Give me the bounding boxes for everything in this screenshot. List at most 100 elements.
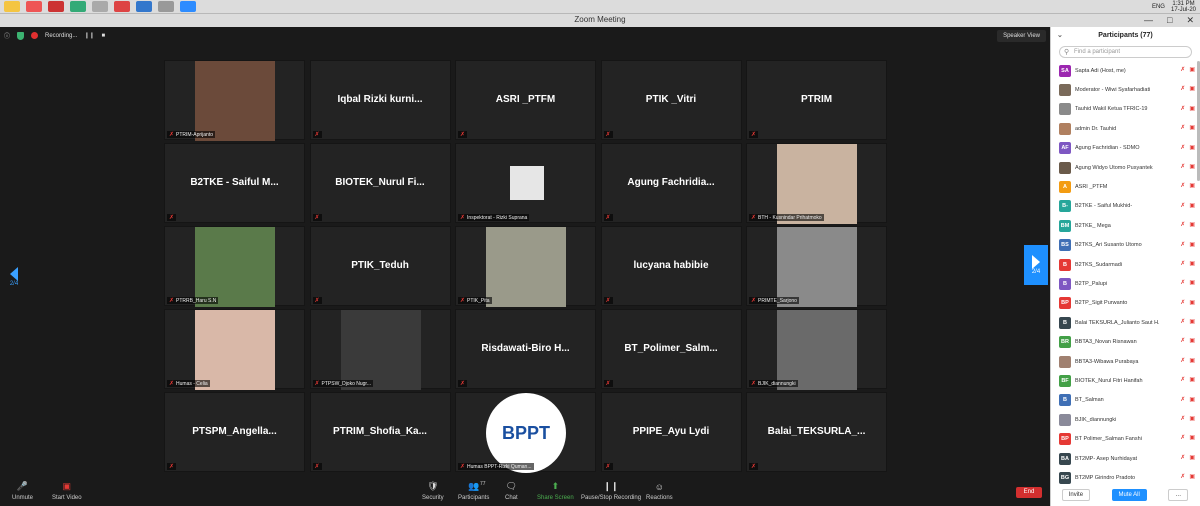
participant-row[interactable]: B B2TP_Palupi ✗ ▣ xyxy=(1051,274,1199,293)
video-tile[interactable]: ✗ Inspektorat - Rizki Suprana xyxy=(455,143,596,223)
pdf-icon[interactable] xyxy=(48,1,64,12)
participant-row[interactable]: B B2TKS_Sudarmadi ✗ ▣ xyxy=(1051,255,1199,274)
mic-muted-icon[interactable]: ✗ xyxy=(1180,279,1185,286)
participant-row[interactable]: Moderator - Wiwi Syafarhadiati ✗ ▣ xyxy=(1051,80,1199,99)
video-tile[interactable]: Agung Fachridia... ✗ xyxy=(600,143,742,223)
participant-row[interactable]: BA BT2MP- Asep Nurhidayat ✗ ▣ xyxy=(1051,449,1199,468)
video-tile[interactable]: PTIK_Teduh ✗ xyxy=(309,226,451,306)
mic-muted-icon[interactable]: ✗ xyxy=(1180,260,1185,267)
video-tile[interactable]: ✗ PRIMTE_Sarjono xyxy=(746,226,887,307)
more-options-button[interactable]: … xyxy=(1168,489,1189,501)
video-tile[interactable]: ✗ PTRRB_Haru S.N xyxy=(164,226,305,307)
video-tile[interactable]: lucyana habibie ✗ xyxy=(600,226,742,306)
participant-row[interactable]: AF Agung Fachridian - SDMO ✗ ▣ xyxy=(1051,139,1199,158)
participant-row[interactable]: admin Dr. Tauhid ✗ ▣ xyxy=(1051,119,1199,138)
mic-muted-icon[interactable]: ✗ xyxy=(1180,337,1185,344)
mic-muted-icon[interactable]: ✗ xyxy=(1180,357,1185,364)
share-screen-button[interactable]: ⬆ Share Screen xyxy=(537,481,574,501)
mic-muted-icon[interactable]: ✗ xyxy=(1180,66,1185,73)
video-tile[interactable]: ✗ PTIK_Pita xyxy=(455,226,596,307)
participant-row[interactable]: BP B2TP_Sigit Purwanto ✗ ▣ xyxy=(1051,294,1199,313)
unmute-button[interactable]: 🎤 Unmute xyxy=(12,481,33,501)
mic-muted-icon[interactable]: ✗ xyxy=(1180,241,1185,248)
close-button[interactable]: ✕ xyxy=(1186,15,1194,26)
participant-row[interactable]: A ASRI _PTFM ✗ ▣ xyxy=(1051,177,1199,196)
video-tile[interactable]: ✗ PTPSW_Djoko Nugr... xyxy=(309,309,451,390)
mic-muted-icon[interactable]: ✗ xyxy=(1180,376,1185,383)
participant-row[interactable]: SA Sapta Adi (Host, me) ✗ ▣ xyxy=(1051,61,1199,80)
word-icon[interactable] xyxy=(136,1,152,12)
participant-row[interactable]: B BT_Salman ✗ ▣ xyxy=(1051,391,1199,410)
pause-recording-icon[interactable]: ❙❙ xyxy=(84,32,94,39)
start-video-button[interactable]: ▣ Start Video xyxy=(52,481,82,501)
video-tile[interactable]: PTRIM ✗ xyxy=(746,60,887,140)
language-indicator[interactable]: ENG xyxy=(1152,4,1165,10)
end-meeting-button[interactable]: End xyxy=(1016,487,1042,498)
video-tile[interactable]: ✗ PTRIM-Aprijanto xyxy=(164,60,305,141)
video-tile[interactable]: ASRI _PTFM ✗ xyxy=(455,60,596,140)
video-tile[interactable]: Iqbal Rizki kurni... ✗ xyxy=(309,60,451,140)
mic-muted-icon[interactable]: ✗ xyxy=(1180,434,1185,441)
mic-muted-icon[interactable]: ✗ xyxy=(1180,318,1185,325)
security-button[interactable]: 🛡 Security xyxy=(422,481,444,501)
mic-muted-icon[interactable]: ✗ xyxy=(1180,299,1185,306)
video-tile[interactable]: B2TKE - Saiful M... ✗ xyxy=(164,143,305,223)
browser-icon[interactable] xyxy=(26,1,42,12)
mic-muted-icon[interactable]: ✗ xyxy=(1180,85,1185,92)
info-icon[interactable]: ⓘ xyxy=(4,31,10,40)
video-tile[interactable]: PTRIM_Shofia_Ka... ✗ xyxy=(309,392,451,472)
powerpoint-icon[interactable] xyxy=(114,1,130,12)
video-tile[interactable]: Balai_TEKSURLA_... ✗ xyxy=(746,392,887,472)
participant-row[interactable]: Agung Widyo Utomo Pusyantek ✗ ▣ xyxy=(1051,158,1199,177)
next-page-button[interactable]: 2/4 xyxy=(1024,245,1048,285)
video-tile[interactable]: PPIPE_Ayu Lydi ✗ xyxy=(600,392,742,472)
speaker-view-button[interactable]: Speaker View xyxy=(997,30,1046,42)
participant-search-input[interactable]: ⚲ Find a participant xyxy=(1059,46,1192,58)
pause-stop-recording-button[interactable]: ❙❙ Pause/Stop Recording xyxy=(581,481,641,501)
participant-row[interactable]: B Balai TEKSURLA_Julianto Saut H. ✗ ▣ xyxy=(1051,313,1199,332)
participant-row[interactable]: Tauhid Wakil Ketua TFRIC-19 ✗ ▣ xyxy=(1051,100,1199,119)
video-tile[interactable]: ✗ BJIK_diannungki xyxy=(746,309,887,390)
participant-row[interactable]: BR BBTA3_Novan Risnawan ✗ ▣ xyxy=(1051,332,1199,351)
video-tile[interactable]: ✗ Humas - Celia xyxy=(164,309,305,390)
chat-button[interactable]: 🗨 Chat xyxy=(505,481,518,501)
participant-row[interactable]: B- B2TKE - Saiful Mukhid- ✗ ▣ xyxy=(1051,197,1199,216)
mic-muted-icon[interactable]: ✗ xyxy=(1180,144,1185,151)
video-tile[interactable]: BPPT ✗ Humas BPPT-Rizki Quman... xyxy=(455,392,596,473)
clock[interactable]: 1:31 PM 17-Jul-20 xyxy=(1171,1,1196,13)
excel-icon[interactable] xyxy=(70,1,86,12)
video-tile[interactable]: Risdawati-Biro H... ✗ xyxy=(455,309,596,389)
encryption-shield-icon[interactable] xyxy=(17,31,25,40)
participant-row[interactable]: BS B2TKS_Ari Susanto Utomo ✗ ▣ xyxy=(1051,236,1199,255)
reactions-button[interactable]: ☺ Reactions xyxy=(646,481,673,502)
maximize-button[interactable]: □ xyxy=(1167,15,1172,26)
video-tile[interactable]: ✗ BTH - Kusnindar Prihatmoko xyxy=(746,143,887,224)
mic-muted-icon[interactable]: ✗ xyxy=(1180,415,1185,422)
mic-muted-icon[interactable]: ✗ xyxy=(1180,473,1185,480)
mic-muted-icon[interactable]: ✗ xyxy=(1180,396,1185,403)
chevron-down-icon[interactable]: ⌄ xyxy=(1057,31,1063,39)
mic-muted-icon[interactable]: ✗ xyxy=(1180,105,1185,112)
video-tile[interactable]: BIOTEK_Nurul Fi... ✗ xyxy=(309,143,451,223)
stop-recording-icon[interactable]: ■ xyxy=(101,33,105,39)
mic-muted-icon[interactable]: ✗ xyxy=(1180,182,1185,189)
mic-muted-icon[interactable]: ✗ xyxy=(1180,163,1185,170)
app-icon[interactable] xyxy=(92,1,108,12)
video-tile[interactable]: PTSPM_Angella... ✗ xyxy=(164,392,305,472)
mic-muted-icon[interactable]: ✗ xyxy=(1180,202,1185,209)
video-tile[interactable]: BT_Polimer_Salm... ✗ xyxy=(600,309,742,389)
video-tile[interactable]: PTIK _Vitri ✗ xyxy=(600,60,742,140)
zoom-icon[interactable] xyxy=(180,1,196,12)
mute-all-button[interactable]: Mute All xyxy=(1111,489,1147,501)
participant-row[interactable]: BBTA3-Wibawa Purabaya ✗ ▣ xyxy=(1051,352,1199,371)
participant-row[interactable]: BJIK_diannungki ✗ ▣ xyxy=(1051,410,1199,429)
folder-icon[interactable] xyxy=(4,1,20,12)
minimize-button[interactable]: — xyxy=(1144,15,1153,26)
participant-row[interactable]: BM B2TKE_ Mega ✗ ▣ xyxy=(1051,216,1199,235)
participant-row[interactable]: BP BT Polimer_Salman Fanshi ✗ ▣ xyxy=(1051,429,1199,448)
mic-muted-icon[interactable]: ✗ xyxy=(1180,454,1185,461)
mic-muted-icon[interactable]: ✗ xyxy=(1180,124,1185,131)
previous-page-button[interactable]: 2/4 xyxy=(2,257,26,297)
participant-row[interactable]: BF BIOTEK_Nurul Fitri Hanifah ✗ ▣ xyxy=(1051,371,1199,390)
invite-button[interactable]: Invite xyxy=(1061,489,1091,501)
